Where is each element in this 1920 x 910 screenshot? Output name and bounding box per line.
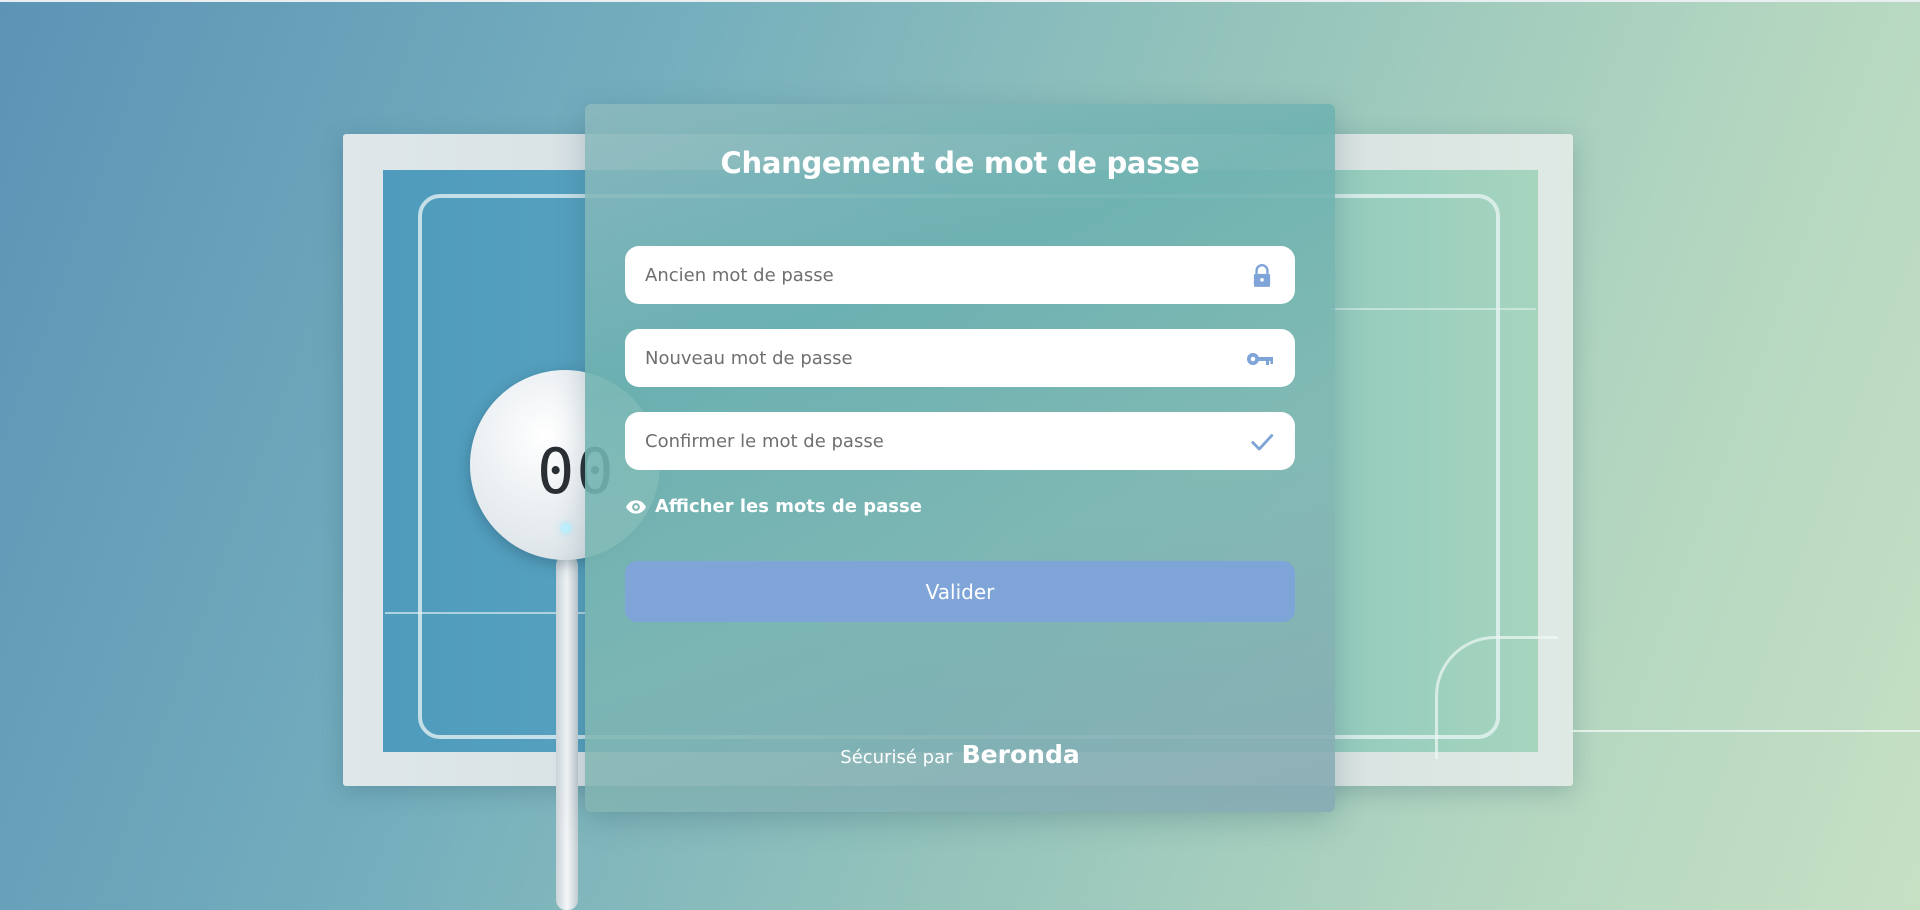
lock-icon (1249, 263, 1275, 289)
old-password-field (625, 246, 1295, 304)
submit-button[interactable]: Valider (625, 561, 1295, 622)
show-passwords-label: Afficher les mots de passe (655, 496, 922, 517)
secured-by-text: Sécurisé par (840, 747, 953, 768)
brand-name: Beronda (961, 740, 1080, 769)
background-wire-arc (1435, 636, 1558, 759)
check-icon (1249, 429, 1275, 455)
key-icon (1247, 346, 1275, 372)
background-line (385, 612, 585, 614)
page-title: Changement de mot de passe (720, 146, 1200, 180)
background-line (1330, 308, 1536, 310)
show-passwords-toggle[interactable]: Afficher les mots de passe (625, 496, 922, 517)
new-password-input[interactable] (625, 329, 1225, 387)
eye-icon (625, 499, 647, 514)
confirm-password-field (625, 412, 1295, 470)
device-led (561, 523, 571, 533)
footer: Sécurisé par Beronda (585, 740, 1335, 769)
confirm-password-input[interactable] (625, 412, 1225, 470)
background-wire (1573, 730, 1920, 732)
old-password-input[interactable] (625, 246, 1225, 304)
new-password-field (625, 329, 1295, 387)
top-strip (0, 0, 1920, 2)
password-change-card: Changement de mot de passe Afficher les … (585, 104, 1335, 812)
background-cable (556, 555, 578, 910)
